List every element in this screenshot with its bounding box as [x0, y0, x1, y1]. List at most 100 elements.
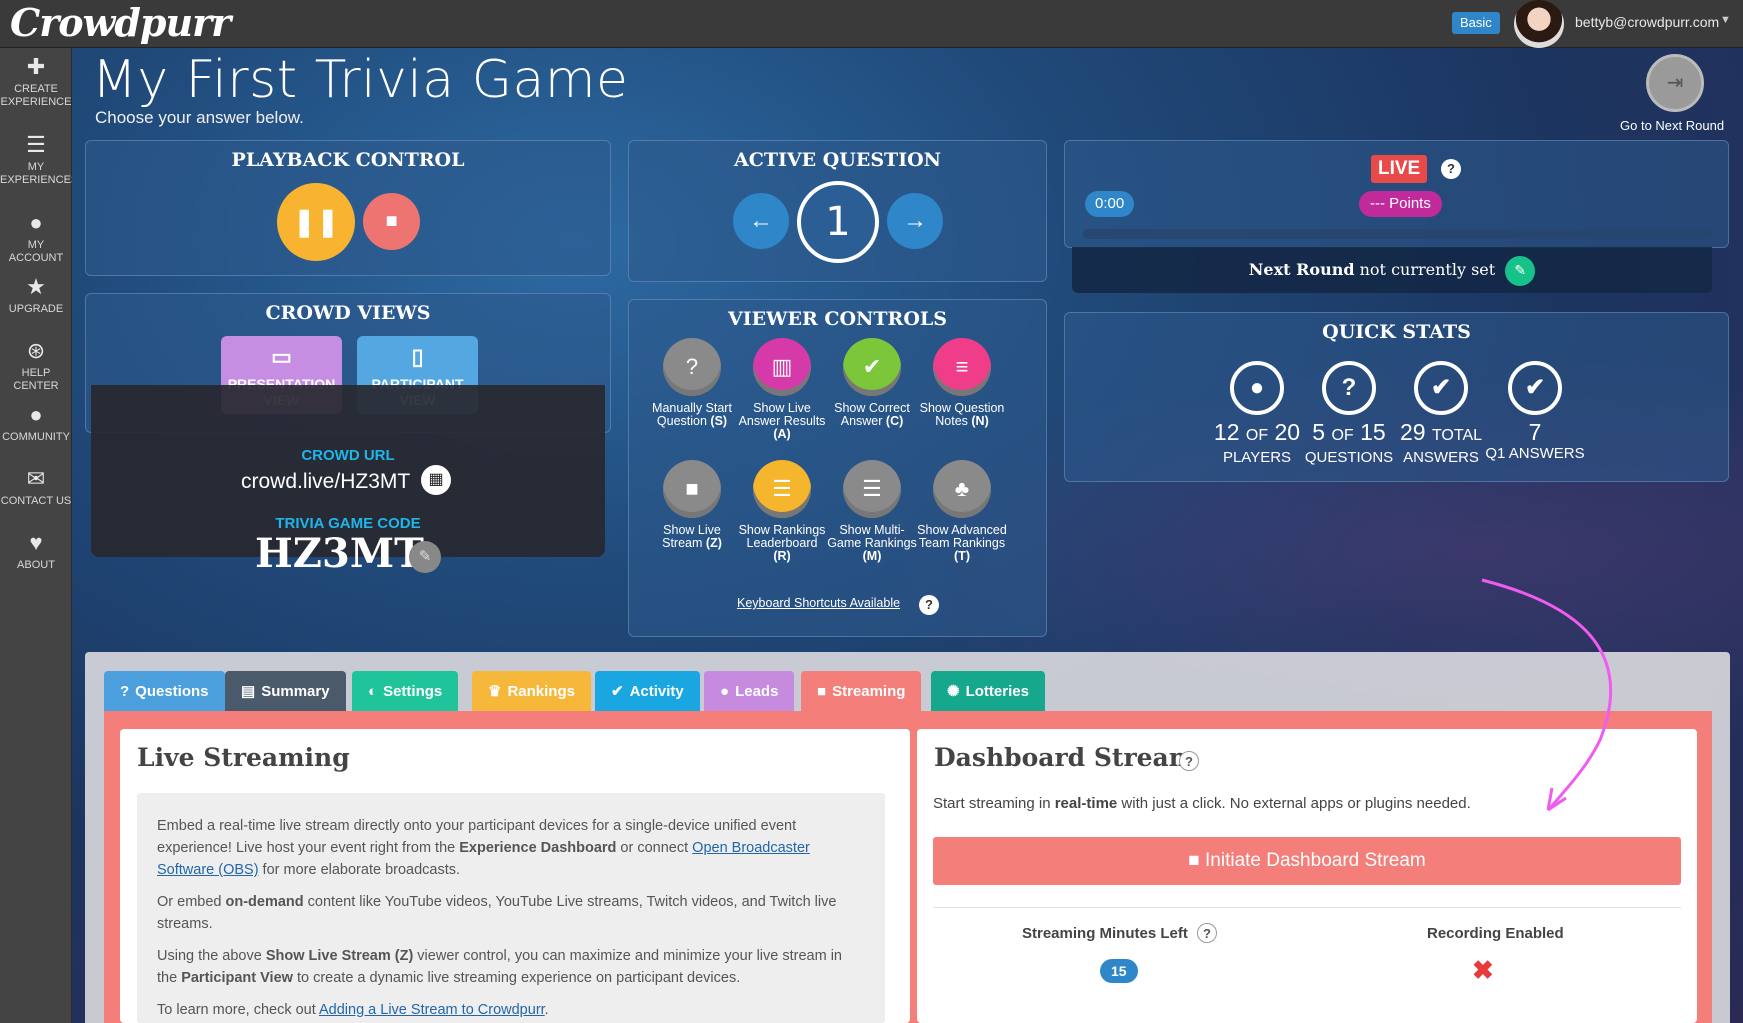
close-icon: ✖: [1472, 955, 1494, 985]
sidebar-item-label: CONTACT US: [0, 495, 72, 507]
stat-value: 12: [1213, 419, 1240, 445]
chevron-down-icon[interactable]: ▼: [1720, 14, 1731, 26]
pencil-icon[interactable]: ✎: [409, 541, 441, 573]
control-key: (S): [710, 414, 728, 428]
user-icon: ●: [1230, 361, 1284, 415]
live-badge: LIVE: [1371, 155, 1428, 183]
stat-value: 5: [1312, 419, 1326, 445]
control-label: Show Advanced Team Rankings: [917, 523, 1007, 550]
keyboard-shortcuts-link[interactable]: Keyboard Shortcuts Available: [737, 596, 900, 610]
crowdpurr-logo[interactable]: Crowdpurr: [10, 0, 231, 48]
manually-start-question-control[interactable]: ? Manually Start Question (S): [647, 338, 737, 428]
help-icon[interactable]: ?: [919, 595, 939, 615]
next-round-rest: not currently set: [1354, 260, 1496, 279]
tab-activity[interactable]: ✔ Activity: [595, 671, 700, 713]
control-label: Show Question Notes: [919, 401, 1005, 428]
plan-badge[interactable]: Basic: [1452, 12, 1500, 34]
sidebar-item-create-experience[interactable]: ✚ CREATE EXPERIENCE: [0, 54, 72, 109]
show-live-answer-results-control[interactable]: ▥ Show Live Answer Results (A): [737, 338, 827, 441]
help-icon[interactable]: ?: [1441, 159, 1461, 179]
help-icon[interactable]: ?: [1179, 751, 1199, 771]
tab-leads[interactable]: ● Leads: [704, 671, 795, 713]
tab-streaming[interactable]: ■ Streaming: [801, 671, 922, 713]
tab-label: Settings: [383, 683, 443, 700]
avatar[interactable]: [1514, 0, 1564, 48]
crowd-url-value[interactable]: crowd.live/HZ3MT: [241, 470, 410, 494]
pause-button[interactable]: ❚❚: [277, 183, 355, 261]
sidebar-item-my-account[interactable]: ● MY ACCOUNT: [0, 210, 72, 265]
streaming-minutes-label: Streaming Minutes Left: [1022, 925, 1188, 942]
stat-answers: ✔ 29 TOTAL ANSWERS: [1391, 361, 1491, 467]
divider: [933, 907, 1681, 908]
stop-button[interactable]: ■: [363, 193, 420, 250]
quick-stats-panel: QUICK STATS ● 12 OF 20 PLAYERS ? 5 OF 15…: [1064, 312, 1729, 482]
stop-icon: ■: [385, 210, 398, 232]
stat-value: 7: [1528, 419, 1542, 445]
tab-rankings[interactable]: ♛ Rankings: [472, 671, 591, 713]
monitor-icon: ▭: [271, 344, 292, 369]
show-multi-game-rankings-control[interactable]: ☰ Show Multi-Game Rankings (M): [827, 460, 917, 563]
panel-title: QUICK STATS: [1322, 321, 1471, 343]
show-correct-answer-control[interactable]: ✔ Show Correct Answer (C): [827, 338, 917, 428]
sidebar-item-label: MY ACCOUNT: [8, 239, 64, 264]
info-text: for more elaborate broadcasts.: [258, 862, 461, 878]
initiate-dashboard-stream-button[interactable]: ■ Initiate Dashboard Stream: [933, 837, 1681, 885]
card-title: Live Streaming: [137, 743, 350, 772]
check-circle-icon: ✔: [1508, 361, 1562, 415]
info-bold: Participant View: [181, 970, 293, 986]
crowd-url-content: crowd.live/HZ3MT ▦ TRIVIA GAME CODE HZ3M…: [91, 385, 605, 577]
dashboard-stream-description: Start streaming in real-time with just a…: [933, 795, 1471, 812]
sidebar-item-contact-us[interactable]: ✉ CONTACT US: [0, 466, 72, 508]
show-rankings-leaderboard-control[interactable]: ☰ Show Rankings Leaderboard (R): [737, 460, 827, 563]
info-text: Using the above: [157, 948, 266, 964]
sidebar-item-my-experiences[interactable]: ☰ MY EXPERIENCES: [0, 132, 78, 187]
stat-of: OF: [1331, 427, 1354, 444]
points-pill[interactable]: --- Points: [1359, 191, 1442, 217]
control-key: (M): [862, 549, 882, 563]
playback-control-panel: PLAYBACK CONTROL ❚❚ ■: [85, 140, 611, 276]
sidebar-item-about[interactable]: ♥ ABOUT: [0, 530, 72, 572]
next-round-status: Next Round not currently set ✎: [1072, 247, 1712, 293]
show-live-stream-control[interactable]: ■ Show Live Stream (Z): [647, 460, 737, 550]
check-circle-icon: ✔: [611, 683, 624, 700]
desc-bold: real-time: [1054, 795, 1118, 812]
tab-lotteries[interactable]: ✺ Lotteries: [931, 671, 1045, 713]
user-email[interactable]: bettyb@crowdpurr.com: [1575, 14, 1719, 30]
previous-question-button[interactable]: ←: [733, 193, 789, 249]
next-question-button[interactable]: →: [887, 193, 943, 249]
info-text: .: [544, 1002, 549, 1018]
annotation-arrow-icon: [1481, 578, 1613, 812]
sidebar-item-help-center[interactable]: ⊛ HELP CENTER: [0, 338, 72, 393]
sidebar-item-upgrade[interactable]: ★ UPGRADE: [0, 274, 72, 316]
desc-text: with just a click. No external apps or p…: [1117, 795, 1471, 812]
control-key: (Z): [705, 536, 722, 550]
next-round-button[interactable]: ⇥: [1646, 54, 1704, 112]
help-icon[interactable]: ?: [1197, 923, 1217, 943]
tab-questions[interactable]: ? Questions: [104, 671, 225, 713]
control-label: Show Rankings Leaderboard: [738, 523, 826, 550]
tab-label: Leads: [735, 683, 779, 700]
qr-code-icon[interactable]: ▦: [421, 465, 451, 495]
live-streaming-card: Live Streaming Embed a real-time live st…: [120, 729, 910, 1023]
info-bold: Experience Dashboard: [459, 840, 617, 856]
sidebar-item-community[interactable]: ● COMMUNITY: [0, 402, 72, 444]
control-key: (A): [773, 427, 791, 441]
stat-value: 29: [1399, 419, 1426, 445]
tab-settings[interactable]: ◐ Settings: [352, 671, 459, 713]
pencil-icon[interactable]: ✎: [1505, 255, 1536, 286]
tab-summary[interactable]: ▤ Summary: [225, 671, 346, 713]
pause-icon: ❚❚: [292, 206, 340, 237]
show-question-notes-control[interactable]: ≡ Show Question Notes (N): [917, 338, 1007, 428]
tab-label: Streaming: [832, 683, 906, 700]
top-bar: Crowdpurr Basic bettyb@crowdpurr.com ▼: [0, 0, 1743, 48]
show-advanced-team-rankings-control[interactable]: ♣ Show Advanced Team Rankings (T): [917, 460, 1007, 563]
control-label: Show Multi-Game Rankings: [827, 523, 917, 550]
sidebar: ✚ CREATE EXPERIENCE ☰ MY EXPERIENCES ● M…: [0, 48, 78, 1023]
team-icon: ♣: [933, 460, 991, 518]
learn-more-link[interactable]: Adding a Live Stream to Crowdpurr: [319, 1002, 545, 1018]
game-code: HZ3MT: [255, 530, 424, 577]
tab-label: Lotteries: [965, 683, 1029, 700]
trophy-icon: ♛: [488, 683, 502, 700]
info-text: Or embed: [157, 894, 226, 910]
arrow-left-icon: ←: [749, 207, 773, 234]
